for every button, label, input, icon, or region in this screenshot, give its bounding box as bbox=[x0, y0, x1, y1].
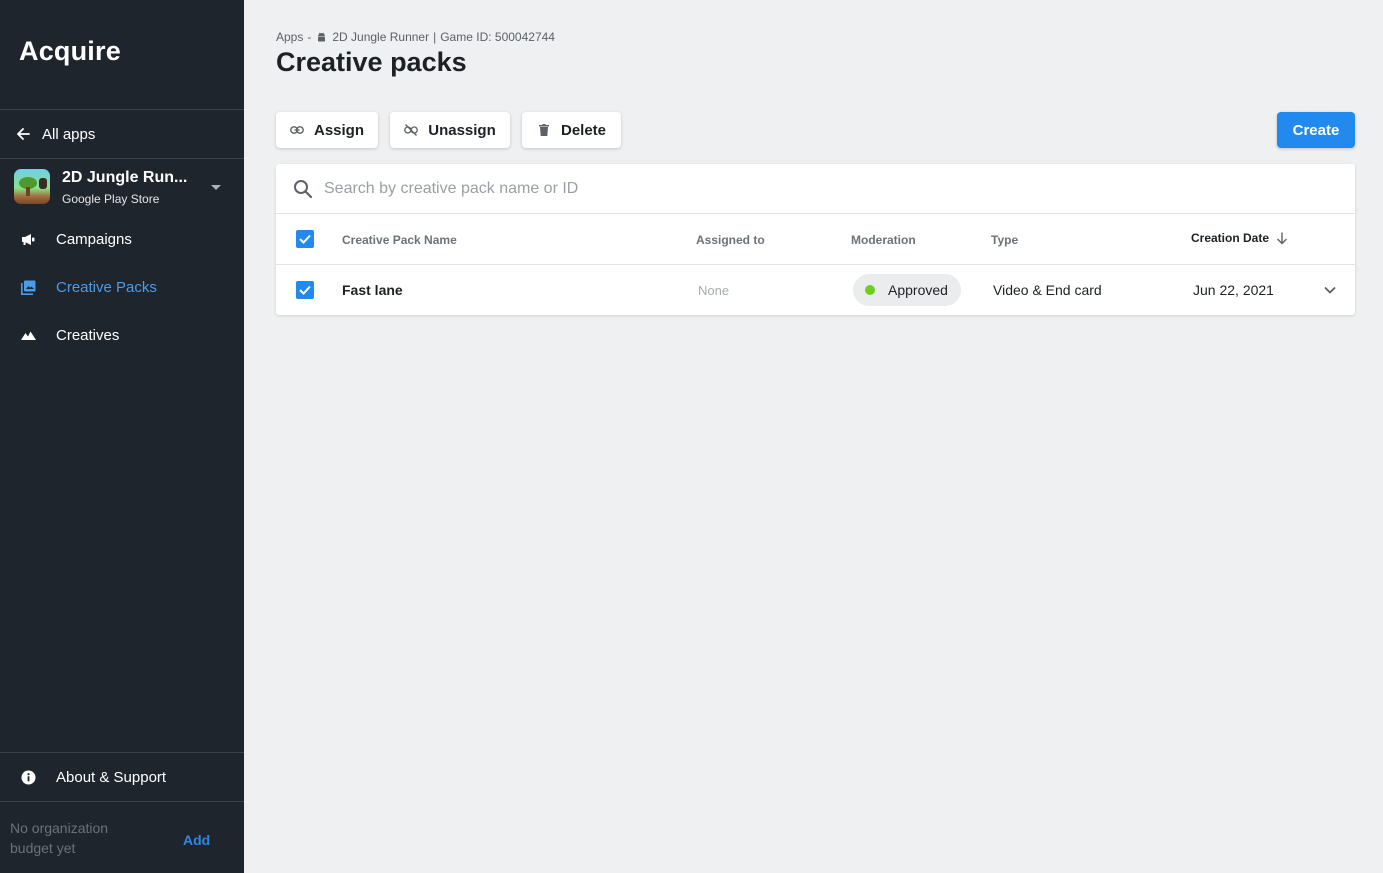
sidebar-item-label: Creative Packs bbox=[56, 278, 157, 296]
column-header-moderation[interactable]: Moderation bbox=[851, 233, 916, 247]
app-icon bbox=[14, 169, 50, 204]
check-icon bbox=[299, 234, 311, 244]
photo-library-icon bbox=[20, 279, 36, 295]
add-budget-link[interactable]: Add bbox=[183, 832, 210, 848]
table-row[interactable]: Fast lane None Approved Video & End card… bbox=[276, 265, 1355, 315]
sidebar-item-about-support[interactable]: About & Support bbox=[0, 753, 244, 801]
info-icon bbox=[20, 769, 36, 785]
sidebar-item-creatives[interactable]: Creatives bbox=[0, 311, 244, 359]
megaphone-icon bbox=[20, 231, 36, 247]
delete-button[interactable]: Delete bbox=[522, 112, 621, 148]
app-name: 2D Jungle Run... bbox=[62, 169, 188, 186]
table-header-row: Creative Pack Name Assigned to Moderatio… bbox=[276, 214, 1355, 265]
chevron-down-icon[interactable] bbox=[1322, 282, 1338, 298]
column-header-name[interactable]: Creative Pack Name bbox=[342, 233, 457, 247]
column-header-type[interactable]: Type bbox=[991, 233, 1018, 247]
link-off-icon bbox=[404, 123, 419, 137]
sidebar-item-creative-packs[interactable]: Creative Packs bbox=[0, 263, 244, 311]
search-icon bbox=[294, 180, 313, 199]
breadcrumb: Apps - 2D Jungle Runner | Game ID: 50004… bbox=[276, 30, 555, 44]
check-icon bbox=[299, 285, 311, 295]
android-icon bbox=[318, 32, 326, 42]
column-header-assigned[interactable]: Assigned to bbox=[696, 233, 765, 247]
pack-type: Video & End card bbox=[993, 282, 1102, 298]
arrow-left-icon bbox=[17, 128, 30, 140]
all-apps-link[interactable]: All apps bbox=[0, 110, 244, 158]
delete-label: Delete bbox=[560, 121, 607, 139]
breadcrumb-separator: | bbox=[433, 30, 437, 44]
creation-date: Jun 22, 2021 bbox=[1193, 282, 1274, 298]
app-switcher[interactable]: 2D Jungle Run... Google Play Store bbox=[0, 159, 244, 215]
page-title: Creative packs bbox=[276, 47, 467, 77]
brand-title: Acquire bbox=[19, 36, 121, 66]
landscape-icon bbox=[20, 327, 36, 343]
row-checkbox[interactable] bbox=[296, 281, 314, 299]
assign-button[interactable]: Assign bbox=[276, 112, 378, 148]
sidebar-item-label: Campaigns bbox=[56, 230, 132, 248]
creative-pack-name[interactable]: Fast lane bbox=[342, 282, 403, 298]
link-icon bbox=[290, 123, 304, 137]
moderation-status-badge: Approved bbox=[853, 274, 961, 306]
breadcrumb-app-name[interactable]: 2D Jungle Runner bbox=[332, 30, 429, 44]
breadcrumb-dash: - bbox=[307, 30, 312, 44]
status-dot bbox=[865, 285, 875, 295]
create-button[interactable]: Create bbox=[1277, 112, 1355, 148]
arrow-down-icon bbox=[1277, 232, 1288, 245]
caret-down-icon[interactable] bbox=[211, 185, 221, 190]
sidebar-divider bbox=[0, 801, 244, 802]
assigned-to: None bbox=[698, 283, 730, 298]
unassign-button[interactable]: Unassign bbox=[390, 112, 510, 148]
moderation-status: Approved bbox=[888, 282, 948, 298]
sidebar-item-label: Creatives bbox=[56, 326, 120, 344]
column-header-creation-date[interactable]: Creation Date bbox=[1191, 231, 1289, 245]
sidebar-item-campaigns[interactable]: Campaigns bbox=[0, 215, 244, 263]
trash-icon bbox=[537, 123, 551, 137]
sidebar: Acquire All apps 2D Jungle Run... Google… bbox=[0, 0, 244, 873]
budget-status-text: No organization budget yet bbox=[10, 820, 109, 856]
select-all-checkbox[interactable] bbox=[296, 230, 314, 248]
game-id: Game ID: 500042744 bbox=[440, 30, 555, 44]
breadcrumb-apps-link[interactable]: Apps bbox=[276, 30, 303, 44]
search-input[interactable] bbox=[324, 176, 1324, 202]
unassign-label: Unassign bbox=[428, 121, 496, 139]
app-store: Google Play Store bbox=[62, 192, 160, 206]
creation-date-label: Creation Date bbox=[1191, 231, 1270, 245]
search-bar bbox=[276, 164, 1355, 214]
assign-label: Assign bbox=[313, 121, 364, 139]
creative-packs-table: Creative Pack Name Assigned to Moderatio… bbox=[276, 164, 1355, 315]
all-apps-label: All apps bbox=[42, 125, 96, 143]
sidebar-item-label: About & Support bbox=[56, 768, 167, 786]
